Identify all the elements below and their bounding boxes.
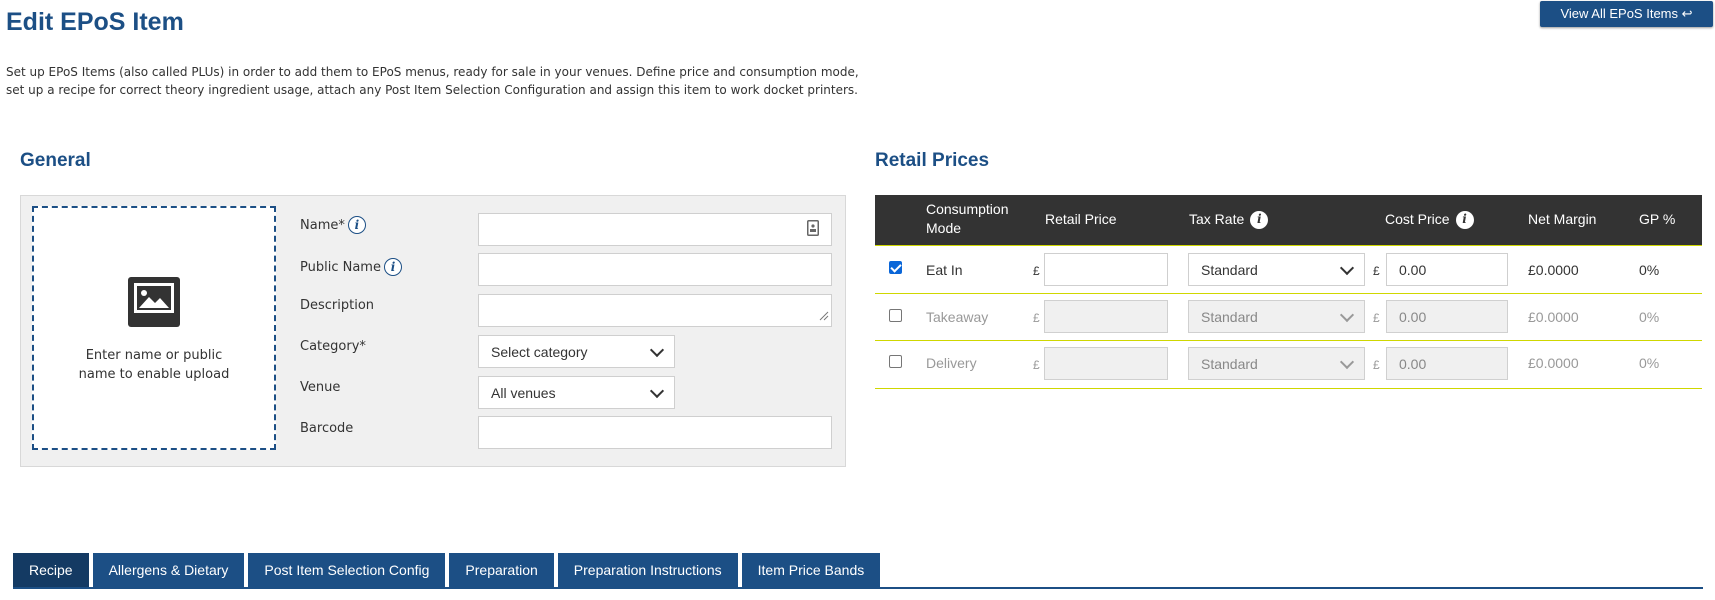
header-tax-rate-text: Tax Rate <box>1189 211 1245 227</box>
row-divider <box>875 340 1702 341</box>
description-label: Description <box>300 298 375 313</box>
header-retail-price: Retail Price <box>1045 211 1117 227</box>
public-name-input[interactable] <box>478 253 832 286</box>
cost-price-input[interactable]: 0.00 <box>1386 300 1508 333</box>
cost-price-input[interactable]: 0.00 <box>1386 253 1508 286</box>
currency-symbol: £ <box>1373 264 1380 278</box>
header-tax-rate: Tax Rate i <box>1189 210 1269 229</box>
eat-in-checkbox[interactable] <box>889 261 902 274</box>
cost-price-value: 0.00 <box>1399 261 1427 278</box>
intro-line: set up a recipe for correct theory ingre… <box>6 83 858 97</box>
net-margin-value: £0.0000 <box>1528 262 1579 278</box>
page-title: Edit EPoS Item <box>6 8 184 36</box>
tab-preparation[interactable]: Preparation <box>449 553 554 587</box>
currency-symbol: £ <box>1033 358 1040 372</box>
tab-underline <box>13 587 1703 589</box>
currency-symbol: £ <box>1033 311 1040 325</box>
tax-rate-value: Standard <box>1201 261 1258 278</box>
tab-post-item-selection-config[interactable]: Post Item Selection Config <box>248 553 446 587</box>
header-consumption-mode-line: Mode <box>926 220 962 236</box>
gp-value: 0% <box>1639 262 1660 278</box>
cost-price-value: 0.00 <box>1399 355 1427 372</box>
resize-handle-icon[interactable] <box>819 308 829 324</box>
upload-hint: Enter name or public name to enable uplo… <box>34 346 274 384</box>
consumption-mode: Takeaway <box>926 309 989 325</box>
chevron-down-icon <box>649 342 665 357</box>
tab-recipe[interactable]: Recipe <box>13 553 89 587</box>
net-margin-value: £0.0000 <box>1528 355 1579 371</box>
chevron-down-icon <box>649 383 665 398</box>
tax-rate-select[interactable]: Standard <box>1188 300 1365 333</box>
takeaway-checkbox[interactable] <box>889 309 902 322</box>
tax-rate-value: Standard <box>1201 308 1258 325</box>
header-cost-price-text: Cost Price <box>1385 211 1450 227</box>
chevron-down-icon <box>1339 307 1355 322</box>
venue-label: Venue <box>300 380 341 395</box>
consumption-mode: Eat In <box>926 262 963 278</box>
view-all-epos-items-button[interactable]: View All EPoS Items ↩ <box>1540 1 1713 27</box>
tab-allergens-dietary[interactable]: Allergens & Dietary <box>92 553 245 587</box>
page-intro: Set up EPoS Items (also called PLUs) in … <box>6 63 886 99</box>
tax-rate-select[interactable]: Standard <box>1188 253 1365 286</box>
intro-line: Set up EPoS Items (also called PLUs) in … <box>6 65 859 79</box>
cost-price-input[interactable]: 0.00 <box>1386 347 1508 380</box>
header-gp: GP % <box>1639 211 1676 227</box>
upload-hint-line: name to enable upload <box>78 367 230 382</box>
row-divider <box>875 245 1702 246</box>
row-divider <box>875 293 1702 294</box>
info-icon[interactable]: i <box>1250 210 1269 229</box>
info-icon[interactable]: i <box>1455 210 1474 229</box>
contact-card-icon <box>807 220 819 239</box>
chevron-down-icon <box>1339 260 1355 275</box>
image-icon <box>128 277 180 327</box>
barcode-label: Barcode <box>300 421 354 436</box>
retail-price-input[interactable] <box>1044 253 1168 286</box>
general-section-title: General <box>20 150 91 171</box>
currency-symbol: £ <box>1373 311 1380 325</box>
info-icon[interactable]: i <box>383 258 402 276</box>
cost-price-value: 0.00 <box>1399 308 1427 325</box>
chevron-down-icon <box>1339 354 1355 369</box>
tab-preparation-instructions[interactable]: Preparation Instructions <box>557 553 738 587</box>
retail-price-input[interactable] <box>1044 347 1168 380</box>
info-icon[interactable]: i <box>347 216 366 234</box>
tax-rate-value: Standard <box>1201 355 1258 372</box>
public-name-label: Public Name i <box>300 258 402 276</box>
delivery-checkbox[interactable] <box>889 355 902 368</box>
venue-select[interactable]: All venues <box>478 376 675 409</box>
category-select-value: Select category <box>491 343 588 360</box>
net-margin-value: £0.0000 <box>1528 309 1579 325</box>
header-net-margin: Net Margin <box>1528 211 1597 227</box>
description-textarea[interactable] <box>478 294 832 327</box>
consumption-mode: Delivery <box>926 355 977 371</box>
barcode-input[interactable] <box>478 416 832 449</box>
retail-prices-section-title: Retail Prices <box>875 150 990 171</box>
header-consumption-mode: Consumption Mode <box>926 200 1009 238</box>
gp-value: 0% <box>1639 355 1660 371</box>
retail-price-input[interactable] <box>1044 300 1168 333</box>
name-input[interactable] <box>478 213 832 246</box>
header-consumption-mode-line: Consumption <box>926 201 1009 217</box>
venue-select-value: All venues <box>491 384 556 401</box>
public-name-label-text: Public Name <box>300 259 381 275</box>
item-tabs: Recipe Allergens & Dietary Post Item Sel… <box>13 553 881 587</box>
tax-rate-select[interactable]: Standard <box>1188 347 1365 380</box>
header-cost-price: Cost Price i <box>1385 210 1474 229</box>
currency-symbol: £ <box>1373 358 1380 372</box>
row-divider <box>875 388 1702 389</box>
tab-item-price-bands[interactable]: Item Price Bands <box>741 553 881 587</box>
currency-symbol: £ <box>1033 264 1040 278</box>
name-label-text: Name* <box>300 217 345 233</box>
gp-value: 0% <box>1639 309 1660 325</box>
category-select[interactable]: Select category <box>478 335 675 368</box>
category-label: Category* <box>300 339 366 354</box>
name-label: Name* i <box>300 216 366 234</box>
upload-hint-line: Enter name or public <box>85 348 223 363</box>
image-upload-area[interactable]: Enter name or public name to enable uplo… <box>32 206 276 450</box>
